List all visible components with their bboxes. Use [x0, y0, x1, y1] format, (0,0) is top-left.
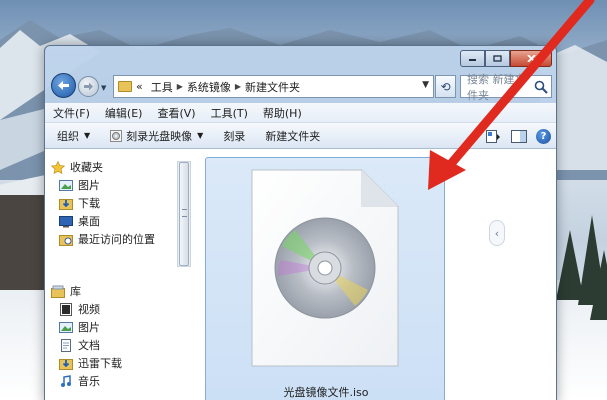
sidebar-item-thunder-downloads[interactable]: 迅雷下载 — [59, 354, 122, 372]
explorer-window: ▼ « 工具 ▶ 系统镜像 ▶ 新建文件夹 ▼ ⟲ 搜索 新建文件夹 文件(F)… — [44, 45, 557, 400]
sidebar-item-desktop[interactable]: 桌面 — [59, 212, 100, 230]
address-segment[interactable]: 新建文件夹 — [241, 79, 304, 95]
sidebar-item-label: 音乐 — [78, 375, 100, 388]
chevron-down-icon[interactable]: ▼ — [422, 80, 429, 90]
menu-tools[interactable]: 工具(T) — [211, 105, 248, 121]
command-bar: 组织 ▼ 刻录光盘映像 ▼ 刻录 新建文件夹 ? — [45, 123, 556, 149]
file-list: 光盘镜像文件.iso — [205, 157, 550, 400]
menu-help[interactable]: 帮助(H) — [263, 105, 302, 121]
maximize-icon — [493, 55, 502, 62]
sidebar-item-label: 下载 — [78, 197, 100, 210]
navigation-pane-scrollbar[interactable] — [177, 161, 191, 267]
content-area: 收藏夹 图片 下载 桌面 最近访问的位置 库 视频 图片 文档 迅雷下载 音乐 … — [45, 149, 556, 400]
sidebar-item-label: 视频 — [78, 303, 100, 316]
disc-image-file-icon — [251, 168, 400, 367]
window-controls — [460, 50, 552, 67]
address-overflow[interactable]: « — [132, 80, 147, 93]
minimize-button[interactable] — [460, 50, 485, 67]
maximize-button[interactable] — [485, 50, 510, 67]
help-icon: ? — [536, 128, 551, 144]
close-button[interactable] — [510, 50, 552, 67]
file-item-iso[interactable]: 光盘镜像文件.iso — [205, 157, 445, 400]
pictures-icon — [59, 321, 73, 333]
chevron-left-icon[interactable]: ‹ — [489, 220, 505, 246]
sidebar-group-favorites[interactable]: 收藏夹 — [51, 159, 103, 175]
sidebar-group-libraries[interactable]: 库 — [51, 283, 81, 299]
burn-label: 刻录 — [223, 129, 246, 143]
recent-places-icon — [59, 234, 73, 246]
library-icon — [51, 285, 65, 298]
refresh-button[interactable]: ⟲ — [435, 75, 456, 98]
arrow-right-icon — [84, 82, 93, 91]
music-icon — [61, 374, 71, 387]
address-segment[interactable]: 工具 — [147, 79, 177, 95]
preview-pane-icon — [510, 129, 527, 143]
sidebar-item-videos[interactable]: 视频 — [59, 300, 100, 318]
burn-image-button[interactable]: 刻录光盘映像 ▼ — [100, 128, 213, 144]
view-options-button[interactable] — [485, 128, 502, 144]
menu-edit[interactable]: 编辑(E) — [105, 105, 143, 121]
downloads-icon — [59, 198, 73, 210]
view-options-icon — [486, 129, 500, 143]
organize-label: 组织 — [57, 129, 79, 143]
disc-burn-icon — [110, 129, 123, 142]
search-icon — [534, 80, 548, 94]
scrollbar-thumb[interactable] — [179, 162, 189, 266]
sidebar-group-label: 库 — [70, 285, 81, 298]
cabin — [0, 195, 44, 290]
sidebar-item-pictures[interactable]: 图片 — [59, 318, 100, 336]
sidebar-item-label: 迅雷下载 — [78, 357, 122, 370]
menu-bar: 文件(F) 编辑(E) 查看(V) 工具(T) 帮助(H) — [45, 103, 556, 123]
documents-icon — [61, 338, 71, 352]
sidebar-item-pictures[interactable]: 图片 — [59, 176, 100, 194]
grip-icon — [182, 209, 187, 217]
sidebar-group-label: 收藏夹 — [70, 161, 103, 174]
sidebar-item-music[interactable]: 音乐 — [59, 372, 100, 390]
sidebar-item-recent-places[interactable]: 最近访问的位置 — [59, 230, 155, 248]
new-folder-label: 新建文件夹 — [265, 129, 321, 143]
sidebar-item-label: 图片 — [78, 179, 100, 192]
menu-file[interactable]: 文件(F) — [53, 105, 90, 121]
forward-button[interactable] — [78, 76, 99, 97]
sidebar-item-label: 文档 — [78, 339, 100, 352]
sidebar-item-label: 最近访问的位置 — [78, 233, 155, 246]
folder-icon — [118, 81, 132, 92]
view-controls: ? — [477, 128, 552, 144]
star-icon — [51, 160, 65, 174]
sidebar-item-label: 图片 — [78, 321, 100, 334]
new-folder-button[interactable]: 新建文件夹 — [255, 128, 330, 144]
caret-down-icon: ▼ — [84, 131, 91, 140]
file-name: 光盘镜像文件.iso — [283, 386, 369, 399]
address-bar[interactable]: « 工具 ▶ 系统镜像 ▶ 新建文件夹 ▼ — [113, 75, 434, 98]
search-input[interactable]: 搜索 新建文件夹 — [467, 71, 533, 103]
menu-view[interactable]: 查看(V) — [157, 105, 195, 121]
recent-pages-dropdown[interactable]: ▼ — [101, 84, 106, 92]
pictures-icon — [59, 179, 73, 191]
organize-button[interactable]: 组织 ▼ — [45, 128, 100, 144]
search-box[interactable]: 搜索 新建文件夹 — [460, 73, 552, 102]
thunder-downloads-icon — [59, 358, 73, 370]
sidebar-item-label: 桌面 — [78, 215, 100, 228]
desktop-icon — [59, 215, 73, 227]
back-button[interactable] — [51, 73, 76, 98]
navigation-bar: ▼ « 工具 ▶ 系统镜像 ▶ 新建文件夹 ▼ ⟲ 搜索 新建文件夹 — [45, 71, 556, 103]
pine-tree — [590, 250, 607, 320]
burn-image-label: 刻录光盘映像 — [126, 129, 193, 143]
close-icon — [526, 55, 536, 62]
burn-button[interactable]: 刻录 — [213, 128, 255, 144]
refresh-icon: ⟲ — [440, 79, 451, 94]
minimize-icon — [469, 59, 476, 61]
sidebar-item-downloads[interactable]: 下载 — [59, 194, 100, 212]
caret-down-icon: ▼ — [197, 131, 204, 140]
preview-pane-button[interactable] — [510, 128, 527, 144]
help-button[interactable]: ? — [535, 128, 552, 144]
navigation-pane: 收藏夹 图片 下载 桌面 最近访问的位置 库 视频 图片 文档 迅雷下载 音乐 — [45, 149, 177, 400]
sidebar-item-documents[interactable]: 文档 — [59, 336, 100, 354]
arrow-left-icon — [58, 81, 69, 90]
address-segment[interactable]: 系统镜像 — [183, 79, 235, 95]
videos-icon — [60, 302, 72, 316]
